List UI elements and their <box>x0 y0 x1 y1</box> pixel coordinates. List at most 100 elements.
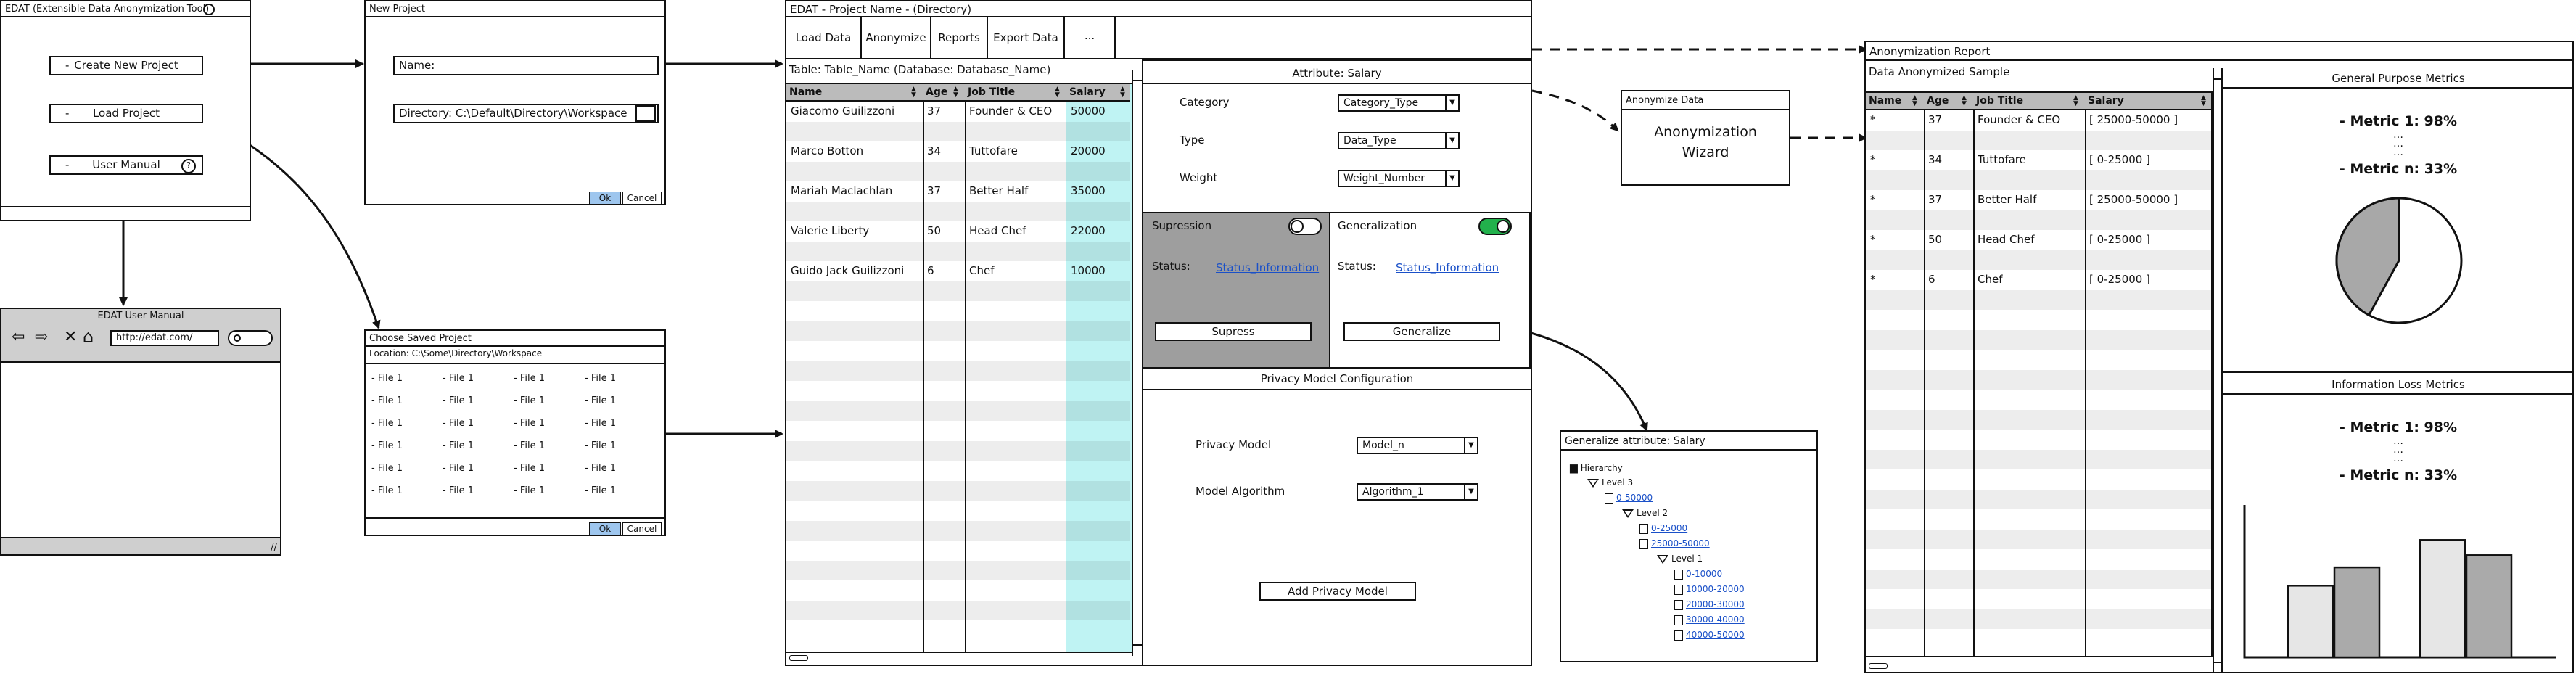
table-row[interactable] <box>786 541 1130 560</box>
browse-button[interactable] <box>635 105 656 122</box>
tab-more[interactable]: ... <box>1065 17 1116 58</box>
privacy-model-select[interactable]: Model_n ▼ <box>1357 437 1478 454</box>
table-row[interactable] <box>1866 350 2211 369</box>
table-row[interactable] <box>1866 469 2211 489</box>
file-item[interactable]: - File 1 <box>371 463 403 474</box>
weight-select[interactable]: Weight_Number ▼ <box>1338 170 1460 187</box>
table-row[interactable] <box>1866 210 2211 230</box>
sample-vscroll[interactable] <box>2213 68 2223 673</box>
category-select[interactable]: Category_Type ▼ <box>1338 94 1460 112</box>
file-item[interactable]: - File 1 <box>514 463 545 474</box>
tab-reports[interactable]: Reports <box>931 17 988 58</box>
file-item[interactable]: - File 1 <box>443 440 474 451</box>
table-row[interactable] <box>1866 310 2211 329</box>
file-item[interactable]: - File 1 <box>585 395 616 406</box>
table-row[interactable] <box>1866 549 2211 569</box>
file-item[interactable]: - File 1 <box>514 440 545 451</box>
sample-hscroll[interactable] <box>1866 656 2213 673</box>
table-row[interactable] <box>1866 430 2211 449</box>
tree-node[interactable]: 40000-50000 <box>1674 630 1745 641</box>
file-item[interactable]: - File 1 <box>514 373 545 384</box>
tree-node[interactable]: 30000-40000 <box>1674 615 1745 625</box>
file-item[interactable]: - File 1 <box>443 463 474 474</box>
table-row[interactable] <box>786 161 1130 181</box>
generalization-status-link[interactable]: Status_Information <box>1396 261 1499 274</box>
table-row[interactable] <box>786 520 1130 541</box>
table-row[interactable] <box>1866 489 2211 509</box>
load-project-button[interactable]: - Load Project <box>49 104 203 123</box>
file-item[interactable]: - File 1 <box>371 418 403 429</box>
file-item[interactable]: - File 1 <box>371 395 403 406</box>
table-row[interactable] <box>786 381 1130 400</box>
generalize-button[interactable]: Generalize <box>1343 322 1500 341</box>
sort-icon[interactable]: ▲ ▼ <box>1120 86 1125 99</box>
table-row[interactable] <box>786 620 1130 640</box>
table-row[interactable] <box>1866 369 2211 390</box>
user-manual-button[interactable]: - User Manual ? <box>49 155 203 175</box>
table-hscroll[interactable] <box>786 652 1132 662</box>
table-row[interactable] <box>786 400 1130 421</box>
name-field[interactable]: Name: <box>393 56 659 75</box>
tree-node[interactable]: ▆ Hierarchy <box>1570 462 1623 474</box>
table-row[interactable] <box>1866 629 2211 649</box>
tab-anonymize[interactable]: Anonymize <box>862 17 931 58</box>
file-item[interactable]: - File 1 <box>514 395 545 406</box>
table-row[interactable] <box>1866 449 2211 469</box>
table-row[interactable] <box>786 361 1130 381</box>
table-row[interactable] <box>786 440 1130 461</box>
table-row[interactable] <box>786 480 1130 501</box>
home-icon[interactable]: ⌂ <box>83 326 94 347</box>
model-algorithm-select[interactable]: Algorithm_1 ▼ <box>1357 483 1478 501</box>
file-item[interactable]: - File 1 <box>371 440 403 451</box>
tree-node[interactable]: 0-10000 <box>1674 569 1722 580</box>
file-item[interactable]: - File 1 <box>585 373 616 384</box>
table-row[interactable] <box>1866 509 2211 529</box>
table-row[interactable] <box>1866 589 2211 609</box>
add-privacy-model-button[interactable]: Add Privacy Model <box>1259 582 1416 601</box>
table-row[interactable] <box>1866 569 2211 589</box>
column-header[interactable]: Job Title <box>968 84 1063 100</box>
table-row[interactable] <box>786 461 1130 480</box>
file-item[interactable]: - File 1 <box>585 418 616 429</box>
file-item[interactable]: - File 1 <box>443 373 474 384</box>
file-item[interactable]: - File 1 <box>585 440 616 451</box>
column-header[interactable]: Salary <box>2088 93 2210 109</box>
file-item[interactable]: - File 1 <box>371 373 403 384</box>
choose-project-cancel-button[interactable]: Cancel <box>622 522 662 535</box>
forward-icon[interactable]: ⇨ <box>35 328 48 346</box>
table-row[interactable] <box>1866 289 2211 310</box>
table-row[interactable] <box>1866 529 2211 549</box>
file-item[interactable]: - File 1 <box>514 418 545 429</box>
table-row[interactable] <box>1866 130 2211 150</box>
sort-icon[interactable]: ▲ ▼ <box>2201 95 2206 107</box>
directory-field[interactable]: Directory: C:\Default\Directory\Workspac… <box>393 104 659 123</box>
supress-button[interactable]: Supress <box>1155 322 1312 341</box>
tree-node[interactable]: 0-25000 <box>1639 523 1687 534</box>
tab-export-data[interactable]: Export Data <box>988 17 1065 58</box>
table-row[interactable] <box>786 121 1130 141</box>
choose-project-ok-button[interactable]: Ok <box>589 522 621 535</box>
table-row[interactable] <box>1866 250 2211 270</box>
table-row[interactable] <box>1866 609 2211 629</box>
create-new-project-button[interactable]: - Create New Project <box>49 56 203 75</box>
sort-icon[interactable]: ▲ ▼ <box>953 86 958 99</box>
anonymization-wizard-button[interactable]: Anonymization Wizard <box>1651 122 1760 163</box>
file-item[interactable]: - File 1 <box>443 485 474 496</box>
new-project-cancel-button[interactable]: Cancel <box>622 192 662 205</box>
column-header[interactable]: Job Title <box>1976 93 2082 109</box>
column-header[interactable]: Name <box>789 84 920 100</box>
tree-node[interactable]: Level 2 <box>1622 508 1668 518</box>
tree-node[interactable]: Level 3 <box>1587 477 1633 488</box>
table-row[interactable] <box>1866 170 2211 190</box>
table-row[interactable] <box>786 600 1130 620</box>
table-row[interactable] <box>786 580 1130 600</box>
table-vscroll[interactable] <box>1132 70 1142 656</box>
table-row[interactable] <box>786 341 1130 361</box>
table-row[interactable] <box>786 501 1130 520</box>
sort-icon[interactable]: ▲ ▼ <box>1055 86 1060 99</box>
tree-node[interactable]: 10000-20000 <box>1674 584 1745 595</box>
resize-grip-icon[interactable]: // <box>271 542 277 553</box>
table-row[interactable] <box>786 421 1130 440</box>
table-row[interactable] <box>786 201 1130 221</box>
url-field[interactable]: http://edat.com/ <box>110 330 219 346</box>
